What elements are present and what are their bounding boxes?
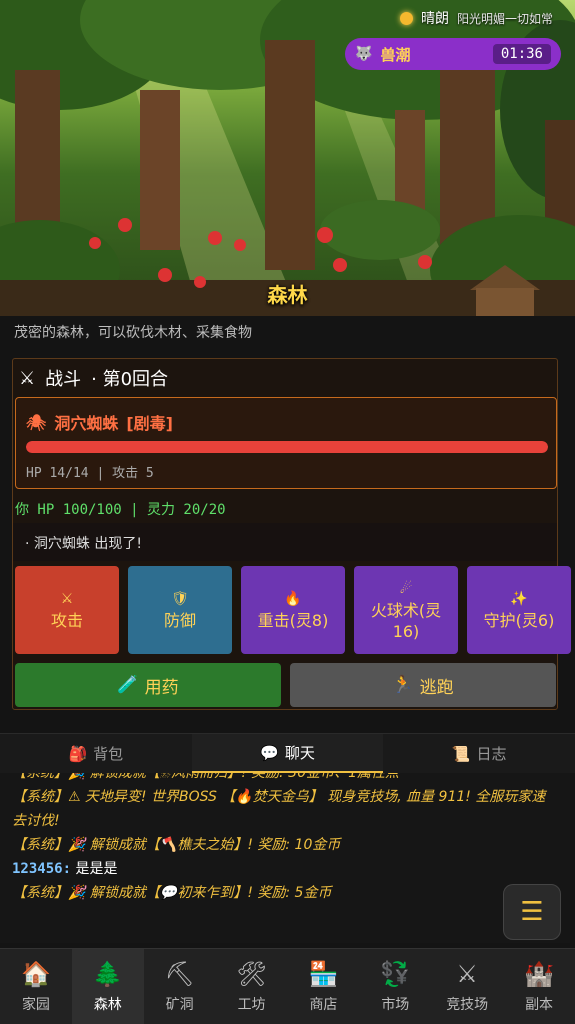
- event-name: 兽潮: [380, 45, 411, 64]
- chat-message: 【系统】🎉 解锁成就【🪓樵夫之始】! 奖励: 10金币: [12, 837, 341, 853]
- action-row: 🧪 用药 🏃 逃跑: [15, 663, 556, 707]
- nav-mine-label: 矿洞: [165, 996, 194, 1013]
- nav-mine[interactable]: ⛏ 矿洞: [144, 949, 216, 1024]
- running-icon: 🏃: [392, 675, 414, 695]
- tab-chat-label: 聊天: [284, 744, 315, 762]
- tab-backpack[interactable]: 🎒 背包: [0, 734, 192, 773]
- guard-button[interactable]: ✨ 守护(灵6): [467, 566, 571, 654]
- nav-dungeon-label: 副本: [525, 996, 554, 1013]
- tab-log-label: 日志: [476, 745, 507, 763]
- shield-icon: 🛡: [171, 591, 189, 607]
- defend-button[interactable]: 🛡 防御: [128, 566, 232, 654]
- wolf-icon: 🐺: [355, 46, 373, 62]
- enemy-trait: [剧毒]: [126, 414, 173, 433]
- battle-panel: ⚔ 战斗 · 第0回合 🕷 洞穴蜘蛛 [剧毒] HP 14/14 | 攻击 5 …: [12, 358, 571, 710]
- weather-description: 阳光明媚一切如常: [456, 11, 553, 26]
- tree-icon: 🌲: [92, 959, 123, 988]
- use-potion-label: 用药: [144, 677, 179, 698]
- enemy-stats: HP 14/14 | 攻击 5: [26, 466, 154, 481]
- sun-icon: [399, 11, 413, 25]
- location-title: 森林: [267, 283, 308, 307]
- crossed-swords-icon: ⚔: [456, 959, 478, 988]
- skill-row: ⚔ 攻击 🛡 防御 🔥 重击(灵8) ☄ 火球术(灵16) ✨ 守护(灵6): [15, 566, 571, 654]
- enemy-header: 🕷 洞穴蜘蛛 [剧毒]: [26, 410, 173, 434]
- location-description: 茂密的森林，可以砍伐木材、采集食物: [14, 325, 252, 341]
- nav-shop-label: 商店: [309, 996, 338, 1013]
- fireball-button[interactable]: ☄ 火球术(灵16): [354, 566, 458, 654]
- nav-forest-label: 森林: [93, 996, 122, 1013]
- battle-round: · 第0回合: [91, 369, 169, 390]
- battle-header: ⚔ 战斗 · 第0回合: [19, 365, 168, 391]
- attack-button[interactable]: ⚔ 攻击: [15, 566, 119, 654]
- sword-icon: ⚔: [60, 591, 74, 607]
- spider-icon: 🕷: [26, 412, 47, 432]
- weather-indicator: 晴朗 阳光明媚一切如常: [399, 8, 553, 28]
- nav-arena[interactable]: ⚔ 竞技场: [431, 949, 503, 1024]
- tab-backpack-label: 背包: [93, 745, 124, 763]
- event-timer: 01:36: [492, 44, 551, 64]
- enemy-card[interactable]: 🕷 洞穴蜘蛛 [剧毒] HP 14/14 | 攻击 5: [15, 397, 557, 489]
- fire-icon: 🔥: [284, 591, 302, 607]
- chat-username[interactable]: 123456:: [12, 861, 71, 877]
- fireball-label: 火球术(灵16): [370, 600, 442, 641]
- hamburger-icon: ☰: [520, 897, 544, 927]
- store-icon: 🏪: [308, 959, 339, 988]
- chat-message: 【系统】🎉 解锁成就【⛈风雨而归】! 奖励: 30金币、1属性点: [12, 773, 400, 781]
- nav-arena-label: 竞技场: [446, 996, 489, 1013]
- exchange-icon: 💱: [380, 959, 411, 988]
- chat-message: 123456: 是是是: [12, 857, 558, 881]
- defend-label: 防御: [163, 611, 196, 630]
- chat-bubble-icon: 💬: [260, 743, 279, 762]
- comet-icon: ☄: [399, 580, 413, 597]
- heavy-strike-button[interactable]: 🔥 重击(灵8): [241, 566, 345, 654]
- menu-button[interactable]: ☰: [503, 884, 561, 940]
- forest-scene: 晴朗 阳光明媚一切如常 🐺 兽潮 01:36 森林: [0, 0, 575, 316]
- weather-label: 晴朗: [420, 11, 449, 27]
- event-banner[interactable]: 🐺 兽潮 01:36: [345, 38, 561, 70]
- nav-shop[interactable]: 🏪 商店: [288, 949, 360, 1024]
- enemy-hp-bar: [26, 441, 548, 453]
- crossed-swords-icon: ⚔: [19, 367, 36, 389]
- sparkles-icon: ✨: [510, 591, 528, 607]
- tools-icon: 🛠: [236, 959, 267, 988]
- potion-icon: 🧪: [117, 675, 139, 695]
- chat-log[interactable]: 【系统】🎉 解锁成就【⛈风雨而归】! 奖励: 30金币、1属性点 【系统】⚠ 天…: [0, 773, 570, 943]
- nav-forest[interactable]: 🌲 森林: [71, 949, 144, 1024]
- battle-title: 战斗: [45, 369, 82, 390]
- chat-text: 是是是: [75, 861, 118, 877]
- nav-market[interactable]: 💱 市场: [359, 949, 431, 1024]
- guard-label: 守护(灵6): [483, 611, 555, 630]
- nav-market-label: 市场: [381, 996, 410, 1013]
- nav-dungeon[interactable]: 🏰 副本: [503, 949, 575, 1024]
- enemy-hp-fill: [26, 441, 548, 453]
- bottom-nav: 🏠 家园 🌲 森林 ⛏ 矿洞 🛠 工坊 🏪 商店 💱 市场 ⚔ 竞技场 🏰 副本: [0, 948, 575, 1024]
- tab-chat[interactable]: 💬 聊天: [191, 734, 384, 773]
- tab-log[interactable]: 📜 日志: [383, 734, 575, 773]
- nav-workshop-label: 工坊: [237, 996, 266, 1013]
- attack-label: 攻击: [50, 611, 83, 630]
- enemy-name: 洞穴蜘蛛: [54, 414, 119, 433]
- scroll-icon: 📜: [451, 744, 471, 763]
- player-stats: 你 HP 100/100 | 灵力 20/20: [15, 502, 226, 518]
- house-icon: 🏠: [20, 959, 51, 988]
- heavy-strike-label: 重击(灵8): [257, 611, 329, 630]
- panel-tabs: 🎒 背包 💬 聊天 📜 日志: [0, 733, 575, 773]
- flee-button[interactable]: 🏃 逃跑: [290, 663, 556, 707]
- pickaxe-icon: ⛏: [164, 959, 195, 988]
- chat-message: 【系统】⚠ 天地异变! 世界BOSS 【🔥焚天金乌】 现身竞技场, 血量 911…: [12, 789, 546, 829]
- backpack-icon: 🎒: [68, 744, 88, 763]
- nav-home-label: 家园: [21, 996, 50, 1013]
- chat-message: 【系统】🎉 解锁成就【💬初来乍到】! 奖励: 5金币: [12, 885, 332, 901]
- use-potion-button[interactable]: 🧪 用药: [15, 663, 281, 707]
- flee-label: 逃跑: [419, 677, 454, 698]
- nav-workshop[interactable]: 🛠 工坊: [216, 949, 288, 1024]
- battle-log: · 洞穴蜘蛛 出现了!: [13, 523, 557, 561]
- castle-icon: 🏰: [524, 959, 554, 988]
- nav-home[interactable]: 🏠 家园: [0, 949, 72, 1024]
